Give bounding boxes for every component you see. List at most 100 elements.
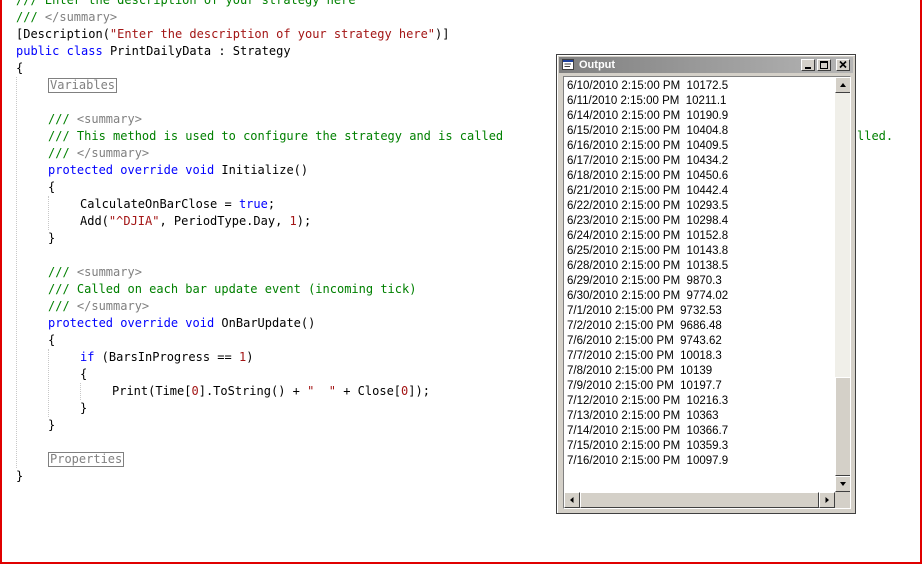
- code-token: "^DJIA": [108, 214, 160, 228]
- vertical-scrollbar[interactable]: [835, 77, 850, 492]
- code-token: }: [48, 231, 56, 245]
- code-token: , PeriodType.Day,: [159, 214, 290, 228]
- code-token: ///: [16, 10, 45, 24]
- code-token: protected: [48, 316, 114, 330]
- code-line: /// <summary>: [48, 264, 142, 281]
- code-line: }: [48, 417, 55, 434]
- code-token: ]);: [408, 384, 430, 398]
- code-line: /// </summary>: [16, 9, 117, 26]
- code-token: ].ToString() +: [198, 384, 308, 398]
- code-line: {: [80, 366, 87, 383]
- maximize-button[interactable]: [817, 59, 831, 71]
- output-line: 7/15/2010 2:15:00 PM 10359.3: [567, 440, 729, 452]
- arrow-left-icon: [570, 497, 574, 503]
- code-token: </summary>: [76, 299, 150, 313]
- output-line: 6/18/2010 2:15:00 PM 10450.6: [567, 170, 729, 182]
- output-line: 6/21/2010 2:15:00 PM 10442.4: [567, 185, 729, 197]
- code-line: }: [48, 230, 55, 247]
- output-line: 6/17/2010 2:15:00 PM 10434.2: [567, 155, 729, 167]
- code-token: "Enter the description of your strategy …: [109, 27, 436, 41]
- output-line: 6/10/2010 2:15:00 PM 10172.5: [567, 80, 729, 92]
- code-token: public: [16, 44, 60, 58]
- code-token: void: [185, 163, 215, 177]
- code-token: [Description(: [16, 27, 110, 41]
- code-token: OnBarUpdate(): [214, 316, 316, 330]
- code-token: Print(Time[: [112, 384, 192, 398]
- scroll-up-button[interactable]: [835, 77, 850, 93]
- code-token: ///: [48, 265, 77, 279]
- code-token: override: [120, 316, 179, 330]
- horizontal-scrollbar[interactable]: [564, 492, 835, 508]
- code-token: override: [120, 163, 179, 177]
- code-token: </summary>: [44, 10, 118, 24]
- maximize-icon: [820, 61, 828, 69]
- output-line: 7/16/2010 2:15:00 PM 10097.9: [567, 455, 729, 467]
- code-line: Properties: [48, 451, 125, 468]
- code-token: }: [48, 418, 56, 432]
- output-window-icon: [562, 59, 574, 70]
- output-line: 7/12/2010 2:15:00 PM 10216.3: [567, 395, 729, 407]
- collapsed-region-variables[interactable]: Variables: [48, 78, 118, 93]
- size-grip: [835, 492, 850, 508]
- code-token: <summary>: [76, 265, 142, 279]
- code-token: {: [48, 180, 56, 194]
- scroll-left-button[interactable]: [564, 492, 580, 508]
- code-token: Add(: [80, 214, 109, 228]
- code-token: {: [16, 61, 24, 75]
- code-token: Enter the description of your strategy h…: [44, 0, 356, 7]
- code-line: if (BarsInProgress == 1): [80, 349, 253, 366]
- code-line: }: [80, 400, 87, 417]
- code-line: Variables: [48, 77, 118, 94]
- scroll-down-button[interactable]: [835, 476, 850, 492]
- output-line: 6/30/2010 2:15:00 PM 9774.02: [567, 290, 729, 302]
- scroll-right-button[interactable]: [819, 492, 835, 508]
- arrow-right-icon: [825, 497, 829, 503]
- code-line: protected override void OnBarUpdate(): [48, 315, 315, 332]
- code-line: Add("^DJIA", PeriodType.Day, 1);: [80, 213, 311, 230]
- output-line: 7/2/2010 2:15:00 PM 9686.48: [567, 320, 722, 332]
- code-token: + Close[: [336, 384, 402, 398]
- code-line: public class PrintDailyData : Strategy: [16, 43, 291, 60]
- code-line: /// <summary>: [48, 111, 142, 128]
- code-line: }: [16, 468, 23, 485]
- code-token: ): [246, 350, 254, 364]
- code-line: {: [16, 60, 23, 77]
- indent-guide: [48, 196, 49, 230]
- code-token: /// This method is used to configure the…: [48, 129, 504, 143]
- minimize-icon: [805, 67, 811, 69]
- collapsed-region-properties[interactable]: Properties: [48, 452, 125, 467]
- code-token: )]: [435, 27, 450, 41]
- minimize-button[interactable]: [801, 59, 815, 71]
- code-token: }: [80, 401, 88, 415]
- output-title-bar[interactable]: Output: [559, 57, 853, 73]
- horizontal-scroll-thumb[interactable]: [580, 492, 819, 508]
- output-line: 7/7/2010 2:15:00 PM 10018.3: [567, 350, 722, 362]
- code-line: /// This method is used to configure the…: [48, 128, 503, 145]
- code-line: /// </summary>: [48, 145, 149, 162]
- code-token: Initialize(): [214, 163, 309, 177]
- code-line: [Description("Enter the description of y…: [16, 26, 449, 43]
- output-line: 6/16/2010 2:15:00 PM 10409.5: [567, 140, 729, 152]
- output-line: 7/1/2010 2:15:00 PM 9732.53: [567, 305, 722, 317]
- output-text-area[interactable]: 6/10/2010 2:15:00 PM 10172.5 6/11/2010 2:…: [563, 76, 851, 509]
- output-line: 6/29/2010 2:15:00 PM 9870.3: [567, 275, 722, 287]
- code-line: {: [48, 179, 55, 196]
- output-line: 6/11/2010 2:15:00 PM 10211.1: [567, 95, 727, 107]
- arrow-up-icon: [840, 83, 846, 87]
- close-icon: [839, 60, 847, 69]
- code-token: 1: [289, 214, 297, 228]
- code-token: );: [296, 214, 312, 228]
- code-line: protected override void Initialize(): [48, 162, 308, 179]
- vertical-scroll-thumb[interactable]: [835, 377, 850, 476]
- arrow-down-icon: [840, 482, 846, 486]
- output-title: Output: [579, 59, 616, 71]
- output-window[interactable]: Output 6/10/2010 2:15:00 PM 10172.5 6/11/…: [556, 54, 856, 514]
- close-button[interactable]: [836, 59, 850, 71]
- code-line: {: [48, 332, 55, 349]
- code-line: /// Enter the description of your strate…: [16, 0, 356, 9]
- code-token: true: [238, 197, 268, 211]
- output-line: 6/15/2010 2:15:00 PM 10404.8: [567, 125, 729, 137]
- code-token: class: [66, 44, 103, 58]
- code-line: /// Called on each bar update event (inc…: [48, 281, 416, 298]
